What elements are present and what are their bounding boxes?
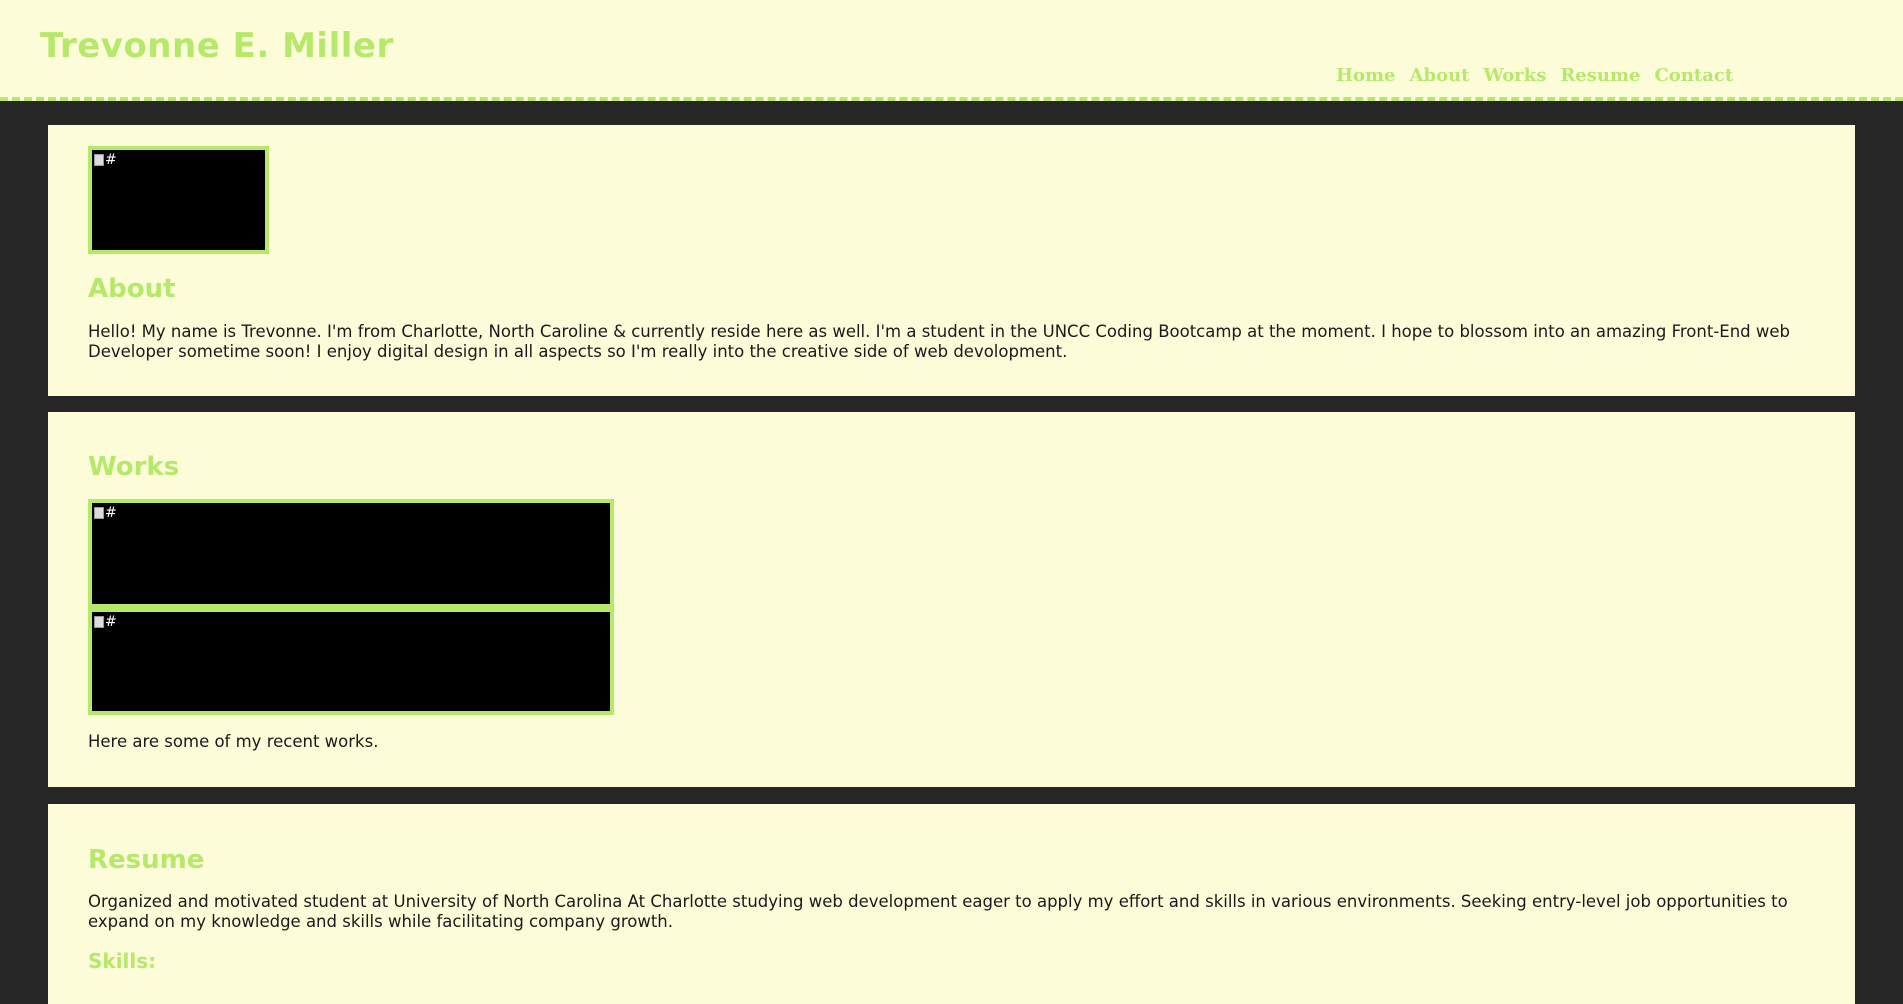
nav-link-about[interactable]: About bbox=[1410, 65, 1470, 86]
resume-heading: Resume bbox=[88, 845, 205, 875]
nav-link-contact[interactable]: Contact bbox=[1654, 65, 1733, 86]
broken-image-icon bbox=[94, 507, 104, 519]
nav-link-resume[interactable]: Resume bbox=[1560, 65, 1640, 86]
works-section: Works # # Here are some of my recent wor… bbox=[48, 412, 1855, 787]
work-image-1-alt: # bbox=[105, 505, 117, 521]
work-image-2[interactable]: # bbox=[88, 608, 614, 715]
broken-image-icon bbox=[94, 154, 104, 166]
resume-section: Resume Organized and motivated student a… bbox=[48, 804, 1855, 1004]
site-header: Trevonne E. Miller Home About Works Resu… bbox=[0, 0, 1903, 101]
about-heading: About bbox=[88, 274, 176, 304]
profile-image: # bbox=[88, 146, 269, 254]
profile-image-alt: # bbox=[105, 152, 117, 168]
works-caption: Here are some of my recent works. bbox=[88, 732, 379, 751]
skills-heading: Skills: bbox=[88, 949, 157, 973]
resume-text: Organized and motivated student at Unive… bbox=[88, 892, 1788, 931]
about-section: # About Hello! My name is Trevonne. I'm … bbox=[48, 125, 1855, 396]
main-nav: Home About Works Resume Contact bbox=[1336, 65, 1733, 86]
nav-link-works[interactable]: Works bbox=[1483, 65, 1546, 86]
works-heading: Works bbox=[88, 452, 180, 482]
broken-image-icon bbox=[94, 616, 104, 628]
site-title: Trevonne E. Miller bbox=[40, 26, 394, 66]
about-text: Hello! My name is Trevonne. I'm from Cha… bbox=[88, 322, 1790, 361]
nav-link-home[interactable]: Home bbox=[1336, 65, 1396, 86]
work-image-1[interactable]: # bbox=[88, 499, 614, 608]
work-image-2-alt: # bbox=[105, 614, 117, 630]
